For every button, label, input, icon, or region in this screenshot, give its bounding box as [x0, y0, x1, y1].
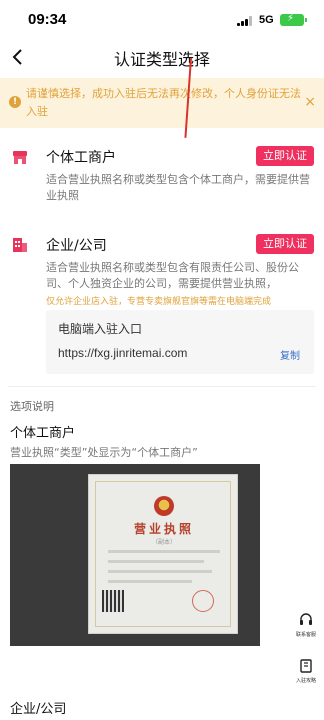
tool-label: 入驻攻略	[295, 678, 316, 684]
nav-bar: 认证类型选择	[0, 40, 324, 76]
page-title: 认证类型选择	[113, 50, 210, 69]
option-note: 仅允许企业店入驻，专营专卖旗舰官旗等需在电脑端完成	[46, 297, 272, 307]
shop-icon	[12, 149, 28, 165]
national-emblem-icon	[154, 496, 174, 516]
status-bar: 09:34 5G ⚡	[0, 0, 324, 40]
option-description: 适合营业执照名称或类型包含个体工商户，需要提供营业执照	[46, 173, 310, 202]
pc-entry-box: 电脑端入驻入口 https://fxg.jinritemai.com 复制	[46, 310, 314, 374]
section-heading-company: 企业/公司	[10, 702, 67, 717]
option-description: 适合营业执照名称或类型包含有限责任公司、股份公司、个人独资企业的公司，需要提供营…	[46, 261, 299, 290]
close-icon[interactable]: ×	[304, 94, 316, 110]
status-time: 09:34	[28, 11, 67, 28]
info-icon: !	[9, 96, 21, 108]
license-subtitle: （副本）	[151, 539, 176, 546]
warning-notice: ! 请谨慎选择，成功入驻后无法再次修改，个人身份证无法入驻 ×	[0, 78, 324, 128]
pc-entry-url: https://fxg.jinritemai.com	[58, 346, 188, 360]
license-paper: 营业执照 （副本）	[88, 474, 238, 634]
option-title: 个体工商户	[46, 150, 116, 166]
section-heading: 个体工商户	[10, 426, 76, 441]
option-individual: 个体工商户 立即认证 适合营业执照名称或类型包含个体工商户，需要提供营业执照	[0, 146, 324, 210]
headset-icon	[300, 613, 312, 625]
qr-code-icon	[102, 590, 124, 612]
official-seal-icon	[192, 590, 214, 612]
signal-icon	[237, 16, 253, 26]
customer-service-button[interactable]: 联系客服	[292, 612, 320, 638]
tool-label: 联系客服	[295, 632, 316, 638]
pc-entry-title: 电脑端入驻入口	[58, 322, 143, 336]
option-title: 企业/公司	[46, 238, 107, 254]
guide-book-icon	[300, 659, 312, 673]
divider	[8, 386, 316, 387]
battery-icon: ⚡	[280, 13, 307, 26]
certify-individual-button[interactable]: 立即认证	[256, 146, 314, 166]
copy-link-button[interactable]: 复制	[280, 347, 300, 362]
license-title: 营业执照	[133, 522, 194, 536]
guide-button[interactable]: 入驻攻略	[292, 658, 320, 684]
section-description: 营业执照“类型”处显示为“个体工商户”	[10, 446, 198, 459]
option-company: 企业/公司 立即认证 适合营业执照名称或类型包含有限责任公司、股份公司、个人独资…	[0, 234, 324, 308]
notice-text: 请谨慎选择，成功入驻后无法再次修改，个人身份证无法入驻	[26, 87, 301, 118]
network-type: 5G	[259, 14, 274, 26]
certify-company-button[interactable]: 立即认证	[256, 234, 314, 254]
section-label: 选项说明	[10, 400, 54, 413]
building-icon	[12, 237, 28, 253]
license-example-image: 营业执照 （副本）	[10, 464, 260, 646]
